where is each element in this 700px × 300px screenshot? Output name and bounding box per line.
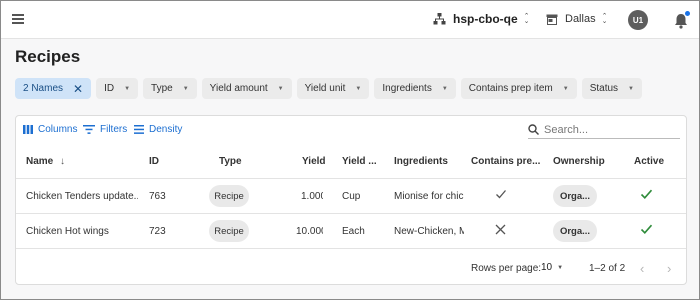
ownership-badge[interactable]: Orga...: [553, 185, 597, 207]
ownership-badge[interactable]: Orga...: [553, 220, 597, 242]
app-frame: hsp-cbo-qe ⌃ ⌄ Dallas ⌃ ⌄ U1 Recipes 2 Nam…: [0, 0, 700, 300]
pagination: Rows per page: 10 ▼ 1–2 of 2 ‹ ›: [16, 254, 686, 284]
cell-yield: 1.000: [301, 191, 323, 202]
caret-down-icon: ▼: [355, 85, 362, 92]
previous-page-button[interactable]: ‹: [640, 261, 644, 276]
cell-ingredients: Mionise for chick: [394, 191, 464, 202]
column-header-name[interactable]: Name ↓: [26, 156, 65, 167]
caret-down-icon: ▼: [441, 85, 448, 92]
filter-chip-status[interactable]: Status ▼: [581, 78, 642, 99]
search-input[interactable]: [544, 123, 674, 136]
caret-down-icon: ▼: [277, 85, 284, 92]
search-field[interactable]: [528, 121, 680, 139]
rows-per-page-value: 10: [541, 262, 553, 273]
filter-chip-label: Ingredients: [382, 83, 432, 94]
tenant-label: hsp-cbo-qe: [453, 12, 518, 26]
unfold-icon: ⌃ ⌄: [601, 13, 608, 25]
filter-chip-label: ID: [104, 83, 115, 94]
caret-down-icon: ▼: [557, 264, 564, 271]
pagination-range: 1–2 of 2: [589, 263, 626, 274]
column-header-active[interactable]: Active: [634, 156, 664, 167]
filter-chip-id[interactable]: ID ▼: [96, 78, 139, 99]
next-page-button[interactable]: ›: [667, 261, 671, 276]
column-header-yield[interactable]: Yield: [302, 156, 326, 167]
column-header-id[interactable]: ID: [149, 156, 159, 167]
column-header-contains-prep[interactable]: Contains pre...: [471, 156, 540, 167]
unfold-icon: ⌃ ⌄: [523, 13, 530, 25]
caret-down-icon: ▼: [628, 85, 634, 92]
active-check-icon: [640, 223, 653, 238]
top-bar: hsp-cbo-qe ⌃ ⌄ Dallas ⌃ ⌄ U1: [1, 1, 699, 39]
notifications-button[interactable]: [674, 11, 690, 29]
filter-chip-label: Yield unit: [304, 83, 346, 94]
type-badge: Recipe: [209, 220, 249, 242]
cell-name: Chicken Tenders update...: [26, 191, 138, 202]
cell-id: 763: [149, 191, 166, 202]
column-header-yield-unit[interactable]: Yield ...: [342, 156, 377, 167]
filter-chips: 2 Names ✕ ID ▼ Type ▼ Yield amount ▼ Yie…: [15, 78, 647, 99]
filter-chip-contains-prep-item[interactable]: Contains prep item ▼: [460, 78, 577, 99]
filter-chip-yield-unit[interactable]: Yield unit ▼: [296, 78, 370, 99]
cell-id: 723: [149, 226, 166, 237]
type-badge: Recipe: [209, 185, 249, 207]
column-header-label: Name: [26, 156, 54, 167]
filter-chip-yield-amount[interactable]: Yield amount ▼: [201, 78, 292, 99]
filter-chip-label: 2 Names: [23, 83, 64, 94]
store-label: Dallas: [565, 13, 596, 25]
caret-down-icon: ▼: [124, 85, 131, 92]
filter-chip-label: Yield amount: [209, 83, 268, 94]
cell-yield: 10.000: [296, 226, 323, 237]
filters-label: Filters: [100, 124, 128, 135]
filter-chip-label: Contains prep item: [468, 83, 553, 94]
rows-per-page-label: Rows per page:: [471, 263, 542, 274]
cell-ingredients: New-Chicken, Mi: [394, 226, 464, 237]
filter-chip-ingredients[interactable]: Ingredients ▼: [374, 78, 456, 99]
menu-icon[interactable]: [12, 14, 24, 24]
org-tree-icon: [433, 13, 446, 25]
density-label: Density: [149, 124, 183, 135]
close-icon[interactable]: ✕: [73, 82, 83, 96]
caret-down-icon: ▼: [182, 85, 189, 92]
cell-yield-unit: Each: [342, 226, 365, 237]
arrow-down-icon: ↓: [60, 156, 66, 167]
cell-name: Chicken Hot wings: [26, 226, 109, 237]
check-icon: [495, 188, 507, 203]
caret-down-icon: ▼: [562, 85, 569, 92]
filters-button[interactable]: Filters: [83, 124, 127, 135]
table-row[interactable]: Chicken Hot wings 723 Recipe 10.000 Each…: [16, 214, 686, 249]
avatar[interactable]: U1: [628, 10, 648, 30]
columns-icon: [23, 125, 33, 134]
store-selector[interactable]: Dallas ⌃ ⌄: [546, 13, 607, 25]
column-header-ingredients[interactable]: Ingredients: [394, 156, 448, 167]
close-icon: [495, 224, 506, 238]
column-header-type[interactable]: Type: [219, 156, 242, 167]
columns-label: Columns: [38, 124, 78, 135]
active-check-icon: [640, 188, 653, 203]
density-icon: [134, 125, 144, 134]
page-title: Recipes: [15, 47, 81, 66]
tenant-selector[interactable]: hsp-cbo-qe ⌃ ⌄: [433, 12, 530, 26]
cell-yield-unit: Cup: [342, 191, 361, 202]
filter-chip-label: Status: [589, 83, 619, 94]
density-button[interactable]: Density: [134, 124, 182, 135]
grid-toolbar: Columns Filters Density: [16, 116, 686, 144]
search-icon: [528, 124, 539, 135]
filter-chip-names[interactable]: 2 Names ✕: [15, 78, 92, 99]
notification-dot: [685, 11, 690, 16]
filter-chip-type[interactable]: Type ▼: [143, 78, 197, 99]
rows-per-page-select[interactable]: 10 ▼: [541, 262, 563, 273]
column-header-ownership[interactable]: Ownership: [553, 156, 605, 167]
table-header: Name ↓ ID Type Yield Yield ... Ingredien…: [16, 144, 686, 179]
recipes-grid: Columns Filters Density Search... Name ↓…: [15, 115, 687, 285]
store-icon: [546, 14, 558, 25]
filter-chip-label: Type: [151, 83, 173, 94]
filter-icon: [83, 125, 95, 134]
columns-button[interactable]: Columns: [23, 124, 77, 135]
table-row[interactable]: Chicken Tenders update... 763 Recipe 1.0…: [16, 179, 686, 214]
